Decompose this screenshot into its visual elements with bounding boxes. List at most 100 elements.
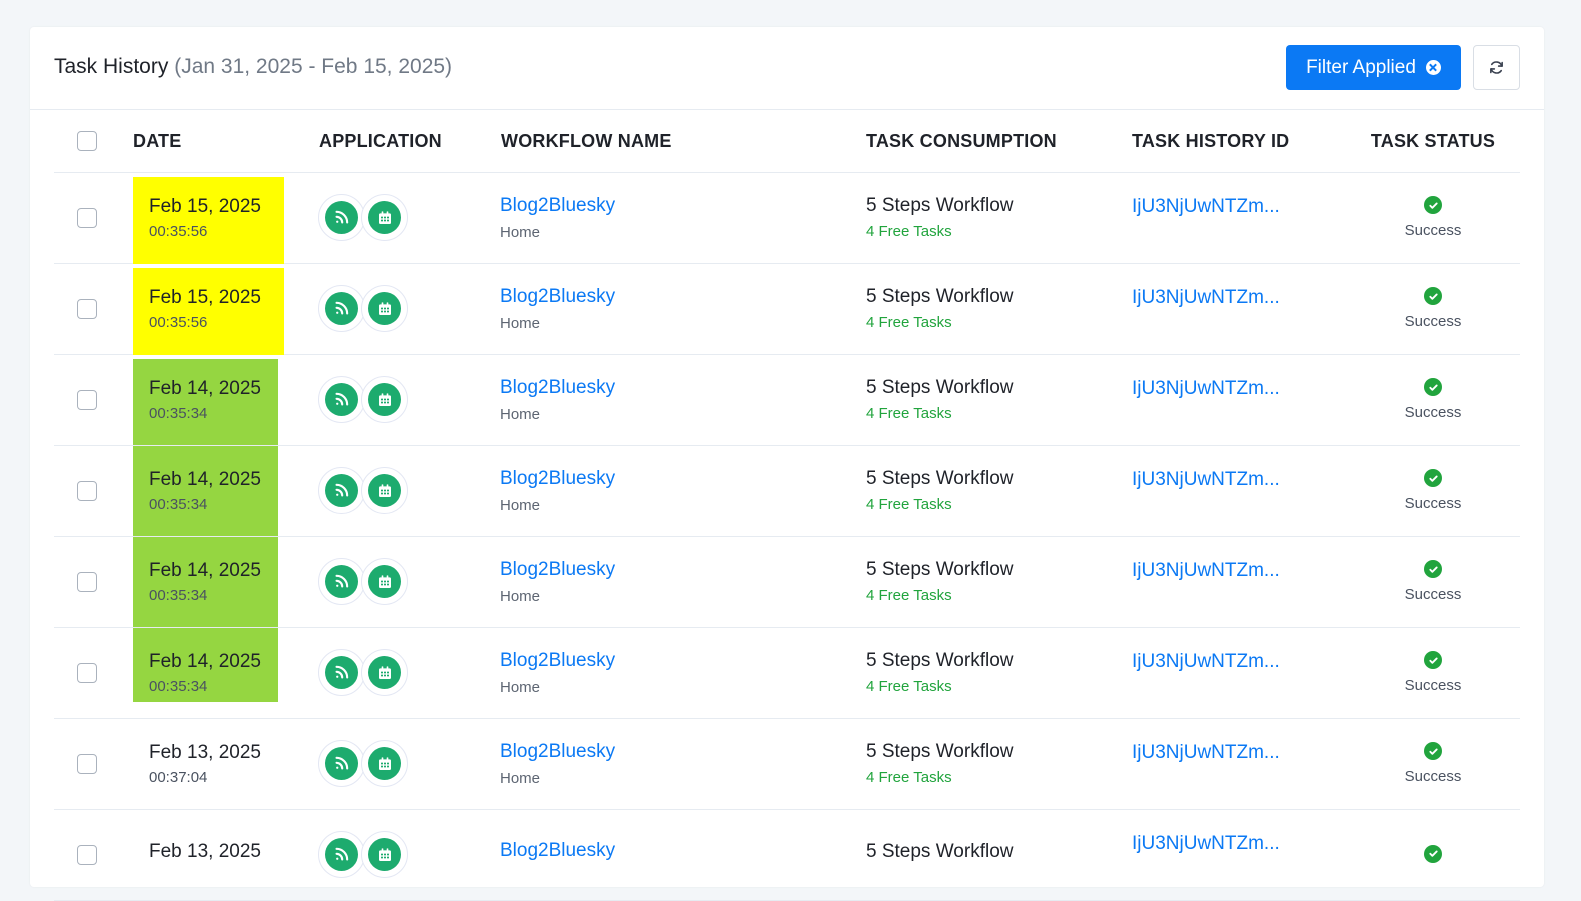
free-tasks: 4 Free Tasks [866,405,952,422]
workflow-folder: Home [500,405,541,423]
app-rss[interactable] [318,467,365,514]
app-rss[interactable] [318,649,365,696]
card-header: Task History (Jan 31, 2025 - Feb 15, 202… [30,27,1544,110]
filter-applied-button[interactable]: Filter Applied [1286,45,1461,90]
free-tasks: 4 Free Tasks [866,314,952,331]
app-calendar[interactable] [361,194,408,241]
application-cell [318,263,500,355]
task-history-id-link[interactable]: IjU3NjUwNTZm... [1132,469,1346,491]
select-all-checkbox[interactable] [77,131,97,152]
status-label: Success [1404,403,1462,421]
row-checkbox[interactable] [77,844,97,865]
application-cell [318,627,500,719]
status-cell: Success [1346,718,1520,810]
select-all-cell [54,111,133,173]
success-check-icon [1424,469,1442,488]
row-select-cell [54,445,133,537]
table-row[interactable]: Feb 13, 2025 Blog2Bluesky 5 Steps Workfl… [54,809,1520,901]
task-history-card: Task History (Jan 31, 2025 - Feb 15, 202… [30,27,1544,901]
workflow-link[interactable]: Blog2Bluesky [500,286,866,308]
application-cell [318,718,500,810]
app-calendar[interactable] [361,558,408,605]
task-consumption: 5 Steps Workflow [866,741,1014,762]
workflow-link[interactable]: Blog2Bluesky [500,377,866,399]
header-application[interactable]: APPLICATION [318,111,500,173]
workflow-link[interactable]: Blog2Bluesky [500,650,866,672]
app-calendar[interactable] [361,740,408,787]
workflow-link[interactable]: Blog2Bluesky [500,741,866,763]
header-workflow-name[interactable]: WORKFLOW NAME [500,111,866,173]
calendar-icon [378,574,391,588]
header-task-status[interactable]: TASK STATUS [1346,111,1520,173]
table-row[interactable]: Feb 14, 2025 00:35:34 Blog2Bluesky Home … [54,354,1520,446]
row-date: Feb 14, 2025 [149,377,261,399]
history-id-cell: IjU3NjUwNTZm... [1132,627,1346,719]
task-history-id-link[interactable]: IjU3NjUwNTZm... [1132,651,1346,673]
consumption-cell: 5 Steps Workflow 4 Free Tasks [866,445,1132,537]
row-checkbox[interactable] [77,662,97,683]
application-cell [318,536,500,628]
calendar-icon [378,392,391,406]
header-task-consumption[interactable]: TASK CONSUMPTION [866,111,1132,173]
row-checkbox[interactable] [77,207,97,228]
table-row[interactable]: Feb 14, 2025 00:35:34 Blog2Bluesky Home … [54,445,1520,537]
clear-filter-icon[interactable] [1425,60,1441,75]
row-checkbox[interactable] [77,571,97,592]
workflow-cell: Blog2Bluesky Home [500,354,866,446]
app-rss[interactable] [318,376,365,423]
task-history-id-link[interactable]: IjU3NjUwNTZm... [1132,833,1346,855]
row-date: Feb 14, 2025 [149,468,261,490]
table-row[interactable]: Feb 15, 2025 00:35:56 Blog2Bluesky Home … [54,172,1520,264]
table-row[interactable]: Feb 14, 2025 00:35:34 Blog2Bluesky Home … [54,536,1520,628]
workflow-link[interactable]: Blog2Bluesky [500,468,866,490]
workflow-link[interactable]: Blog2Bluesky [500,840,866,862]
history-id-cell: IjU3NjUwNTZm... [1132,263,1346,355]
task-history-id-link[interactable]: IjU3NjUwNTZm... [1132,560,1346,582]
status-cell: Success [1346,445,1520,537]
header-date[interactable]: DATE [133,111,318,173]
workflow-folder: Home [500,496,541,514]
row-checkbox[interactable] [77,753,97,774]
workflow-cell: Blog2Bluesky Home [500,536,866,628]
app-rss[interactable] [318,831,365,878]
task-consumption: 5 Steps Workflow [866,377,1014,398]
app-rss[interactable] [318,558,365,605]
success-check-icon [1424,378,1442,397]
row-time: 00:35:34 [149,495,208,513]
date-cell: Feb 13, 2025 00:37:04 [133,718,318,810]
status-label: Success [1404,767,1462,785]
workflow-link[interactable]: Blog2Bluesky [500,559,866,581]
app-calendar[interactable] [361,285,408,332]
table-row[interactable]: Feb 14, 2025 00:35:34 Blog2Bluesky Home … [54,627,1520,719]
rss-icon [335,210,349,224]
consumption-cell: 5 Steps Workflow 4 Free Tasks [866,172,1132,264]
row-checkbox[interactable] [77,298,97,319]
app-rss[interactable] [318,285,365,332]
workflow-link[interactable]: Blog2Bluesky [500,195,866,217]
task-history-id-link[interactable]: IjU3NjUwNTZm... [1132,196,1346,218]
workflow-folder: Home [500,678,541,696]
task-history-id-link[interactable]: IjU3NjUwNTZm... [1132,742,1346,764]
refresh-button[interactable] [1473,45,1520,90]
app-rss[interactable] [318,740,365,787]
workflow-folder: Home [500,314,541,332]
app-calendar[interactable] [361,649,408,696]
task-history-id-link[interactable]: IjU3NjUwNTZm... [1132,378,1346,400]
date-cell: Feb 14, 2025 00:35:34 [133,536,318,628]
task-history-id-link[interactable]: IjU3NjUwNTZm... [1132,287,1346,309]
app-rss[interactable] [318,194,365,241]
table-row[interactable]: Feb 13, 2025 00:37:04 Blog2Bluesky Home … [54,718,1520,810]
row-time: 00:35:34 [149,677,208,695]
table-row[interactable]: Feb 15, 2025 00:35:56 Blog2Bluesky Home … [54,263,1520,355]
app-calendar[interactable] [361,467,408,514]
row-date: Feb 13, 2025 [149,841,261,862]
app-calendar[interactable] [361,831,408,878]
row-checkbox[interactable] [77,480,97,501]
row-checkbox[interactable] [77,389,97,410]
calendar-icon [378,301,391,315]
app-calendar[interactable] [361,376,408,423]
row-select-cell [54,627,133,719]
header-task-history-id[interactable]: TASK HISTORY ID [1132,111,1346,173]
workflow-cell: Blog2Bluesky Home [500,172,866,264]
row-date: Feb 14, 2025 [149,650,261,672]
